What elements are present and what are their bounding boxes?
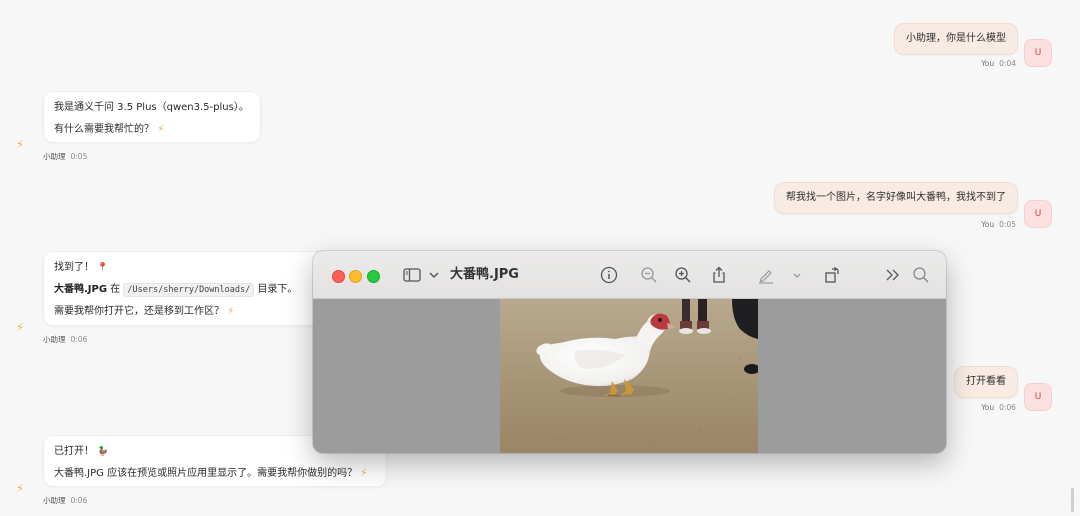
- search-icon[interactable]: [911, 265, 931, 285]
- message-meta: You 0:06: [981, 403, 1016, 412]
- assistant-message-line: 有什么需要我帮忙的？ ⚡: [54, 119, 250, 141]
- assistant-message-text: 在: [107, 284, 124, 295]
- duck-photo: [500, 299, 758, 453]
- file-name: 大番鸭.JPG: [54, 284, 108, 295]
- user-message-text: 打开看看: [966, 376, 1006, 387]
- message-meta: 小助理 0:06: [43, 334, 87, 345]
- zoom-out-icon[interactable]: [639, 265, 659, 285]
- minimize-button[interactable]: [349, 270, 362, 283]
- duck-icon: 🦆: [97, 447, 109, 457]
- scrollbar[interactable]: [1071, 488, 1074, 512]
- more-chevrons-icon[interactable]: [883, 265, 903, 285]
- assistant-message-text: 大番鸭.JPG 应该在预览或照片应用里显示了。需要我帮你做别的吗？: [54, 468, 358, 479]
- message-sender: You: [981, 59, 995, 68]
- user-message-bubble: 打开看看: [954, 366, 1018, 398]
- message-time: 0:05: [999, 220, 1016, 229]
- assistant-lightning-icon: ⚡: [16, 321, 24, 334]
- info-icon[interactable]: [599, 265, 619, 285]
- preview-canvas: [313, 299, 946, 453]
- user-message-bubble: 小助理，你是什么模型: [894, 23, 1018, 55]
- message-sender: You: [981, 403, 995, 412]
- assistant-message-line: 我是通义千问 3.5 Plus（qwen3.5-plus）。: [54, 102, 249, 113]
- file-path-code: /Users/sherry/Downloads/: [123, 283, 255, 297]
- user-message-text: 帮我找一个图片，名字好像叫大番鸭，我找不到了: [786, 192, 1006, 203]
- chat-page: 小助理，你是什么模型 U You 0:04 我是通义千问 3.5 Plus（qwe…: [0, 0, 1080, 516]
- user-message-bubble: 帮我找一个图片，名字好像叫大番鸭，我找不到了: [774, 182, 1018, 214]
- message-time: 0:06: [70, 335, 88, 344]
- message-meta: You 0:05: [981, 220, 1016, 229]
- close-button[interactable]: [332, 270, 345, 283]
- assistant-lightning-icon: ⚡: [16, 482, 24, 495]
- assistant-message-text: 需要我帮你打开它，还是移到工作区？: [54, 306, 224, 317]
- message-meta: 小助理 0:05: [43, 151, 87, 162]
- chevron-down-icon[interactable]: [787, 265, 807, 285]
- message-sender: 小助理: [43, 496, 66, 505]
- message-time: 0:04: [999, 59, 1016, 68]
- rotate-icon[interactable]: [822, 265, 842, 285]
- lightning-icon: ⚡: [157, 124, 165, 135]
- message-time: 0:06: [999, 403, 1016, 412]
- sidebar-toggle-icon[interactable]: [402, 265, 422, 285]
- user-message-text: 小助理，你是什么模型: [906, 33, 1006, 44]
- message-meta: You 0:04: [981, 59, 1016, 68]
- assistant-message-bubble: 我是通义千问 3.5 Plus（qwen3.5-plus）。 有什么需要我帮忙的…: [43, 91, 261, 143]
- preview-toolbar: 大番鸭.JPG: [313, 251, 946, 299]
- user-avatar: U: [1024, 200, 1052, 228]
- zoom-button[interactable]: [367, 270, 380, 283]
- lightning-icon: ⚡: [360, 468, 368, 479]
- assistant-message-line: 大番鸭.JPG 在 /Users/sherry/Downloads/ 目录下。: [54, 279, 322, 301]
- user-avatar: U: [1024, 383, 1052, 411]
- markup-pen-icon[interactable]: [756, 265, 776, 285]
- message-sender: You: [981, 220, 995, 229]
- user-avatar: U: [1024, 39, 1052, 67]
- share-icon[interactable]: [709, 265, 729, 285]
- pin-icon: 📍: [97, 263, 109, 273]
- message-meta: 小助理 0:06: [43, 495, 87, 506]
- assistant-message-text: 有什么需要我帮忙的？: [54, 124, 154, 135]
- assistant-message-text: 已打开！: [54, 446, 94, 457]
- message-time: 0:05: [70, 152, 88, 161]
- message-time: 0:06: [70, 496, 88, 505]
- assistant-message-bubble: 找到了！ 📍 大番鸭.JPG 在 /Users/sherry/Downloads…: [43, 251, 333, 326]
- window-title: 大番鸭.JPG: [450, 267, 519, 282]
- lightning-icon: ⚡: [227, 306, 235, 317]
- message-sender: 小助理: [43, 152, 66, 161]
- assistant-message-line: 找到了！ 📍: [54, 257, 322, 279]
- assistant-message-line: 需要我帮你打开它，还是移到工作区？ ⚡: [54, 301, 322, 323]
- zoom-in-icon[interactable]: [673, 265, 693, 285]
- chevron-down-icon[interactable]: [424, 265, 444, 285]
- message-sender: 小助理: [43, 335, 66, 344]
- assistant-message-text: 目录下。: [254, 284, 298, 295]
- preview-window[interactable]: 大番鸭.JPG: [313, 251, 946, 453]
- assistant-lightning-icon: ⚡: [16, 138, 24, 151]
- assistant-message-line: 大番鸭.JPG 应该在预览或照片应用里显示了。需要我帮你做别的吗？ ⚡: [54, 463, 376, 485]
- assistant-message-text: 找到了！: [54, 262, 94, 273]
